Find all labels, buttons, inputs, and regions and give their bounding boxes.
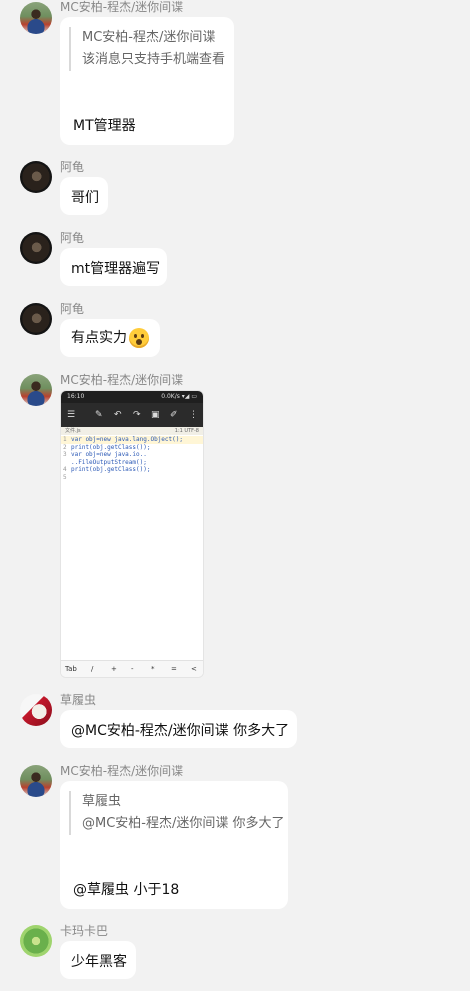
- key: *: [151, 665, 155, 673]
- line-number: 1: [63, 436, 67, 443]
- message-text: @MC安柏-程杰/迷你间谍 你多大了: [71, 723, 290, 739]
- save-icon: ▣: [151, 410, 160, 420]
- code-line: 3 var obj=new java.io..: [61, 451, 203, 459]
- avatar[interactable]: [20, 303, 52, 335]
- avatar[interactable]: [20, 765, 52, 797]
- sender-name: MC安柏-程杰/迷你间谍: [60, 764, 184, 778]
- message-text: 有点实力: [71, 330, 127, 346]
- message-bubble[interactable]: mt管理器遍写: [60, 248, 167, 286]
- quoted-text: 该消息只支持手机端查看: [82, 52, 226, 67]
- status-time: 16:10: [67, 393, 85, 400]
- astonished-face-icon: [129, 328, 149, 348]
- file-info-bar: 文件.js 1:1 UTF-8: [61, 427, 203, 435]
- sender-name: 阿龟: [60, 160, 85, 174]
- message-bubble[interactable]: 草履虫 @MC安柏-程杰/迷你间谍 你多大了 @草履虫 小于18: [60, 781, 288, 909]
- edit-icon: ✐: [170, 410, 178, 420]
- undo-icon: ↶: [114, 410, 122, 420]
- image-message[interactable]: 16:10 0.0K/s ▾◢ ▭ ☰ ✎ ↶ ↷ ▣ ✐ ⋮ 文件.js 1:…: [60, 390, 204, 678]
- key: <: [191, 665, 197, 673]
- code-line: 4 print(obj.getClass());: [61, 466, 203, 474]
- avatar[interactable]: [20, 374, 52, 406]
- quoted-message[interactable]: 草履虫 @MC安柏-程杰/迷你间谍 你多大了: [69, 791, 285, 835]
- more-icon: ⋮: [189, 410, 198, 420]
- avatar[interactable]: [20, 232, 52, 264]
- code-area: 1 var obj=new java.lang.Object(); 2 print(…: [61, 435, 203, 481]
- message-text: MT管理器: [73, 118, 136, 134]
- code-text: ..FileOutputStream();: [71, 458, 147, 466]
- status-indicators: 0.0K/s ▾◢ ▭: [161, 393, 197, 400]
- sender-name: 阿龟: [60, 302, 85, 316]
- code-line: 2 print(obj.getClass());: [61, 444, 203, 452]
- avatar[interactable]: [20, 161, 52, 193]
- sender-name: 草履虫: [60, 693, 97, 707]
- quoted-message[interactable]: MC安柏-程杰/迷你间谍 该消息只支持手机端查看: [69, 27, 225, 71]
- message-text: @草履虫 小于18: [73, 882, 180, 898]
- message-bubble[interactable]: 少年黑客: [60, 941, 136, 979]
- pin-icon: ✎: [95, 410, 103, 420]
- sender-name: MC安柏-程杰/迷你间谍: [60, 0, 184, 14]
- editor-toolbar: ☰ ✎ ↶ ↷ ▣ ✐ ⋮: [61, 403, 203, 427]
- line-number: 5: [63, 473, 67, 481]
- key: Tab: [65, 665, 77, 673]
- sender-name: 阿龟: [60, 231, 85, 245]
- sender-name: MC安柏-程杰/迷你间谍: [60, 373, 184, 387]
- code-line: 1 var obj=new java.lang.Object();: [61, 436, 203, 444]
- message-bubble[interactable]: MC安柏-程杰/迷你间谍 该消息只支持手机端查看 MT管理器: [60, 17, 234, 145]
- menu-icon: ☰: [67, 410, 76, 420]
- line-number: 4: [63, 466, 67, 473]
- message-bubble[interactable]: 有点实力: [60, 319, 160, 357]
- code-text: var obj=new java.io..: [71, 451, 147, 458]
- code-text: print(obj.getClass());: [71, 466, 151, 473]
- line-number: 3: [63, 451, 67, 458]
- message-content: 有点实力: [71, 327, 149, 348]
- cursor-position: 1:1 UTF-8: [174, 428, 199, 434]
- message-text: 少年黑客: [71, 954, 127, 970]
- message-bubble[interactable]: @MC安柏-程杰/迷你间谍 你多大了: [60, 710, 297, 748]
- code-text: var obj=new java.lang.Object();: [71, 436, 183, 443]
- line-number: 2: [63, 443, 67, 451]
- symbol-keys-bar: Tab / + - * = <: [61, 660, 203, 677]
- key: /: [91, 665, 94, 673]
- code-text: print(obj.getClass());: [71, 443, 151, 451]
- key: -: [131, 665, 134, 673]
- message-bubble[interactable]: 哥们: [60, 177, 108, 215]
- quoted-sender: 草履虫: [82, 794, 122, 809]
- file-name: 文件.js: [65, 428, 81, 434]
- message-text: mt管理器遍写: [71, 261, 161, 277]
- quoted-sender: MC安柏-程杰/迷你间谍: [82, 30, 216, 45]
- key: =: [171, 665, 177, 673]
- avatar[interactable]: [20, 2, 52, 34]
- avatar[interactable]: [20, 694, 52, 726]
- avatar[interactable]: [20, 925, 52, 957]
- screenshot-status-bar: 16:10 0.0K/s ▾◢ ▭: [61, 391, 203, 403]
- redo-icon: ↷: [133, 410, 141, 420]
- message-text: 哥们: [71, 190, 99, 206]
- sender-name: 卡玛卡巴: [60, 924, 109, 938]
- code-line: ..FileOutputStream();: [61, 459, 203, 467]
- key: +: [111, 665, 117, 673]
- quoted-text: @MC安柏-程杰/迷你间谍 你多大了: [82, 816, 285, 831]
